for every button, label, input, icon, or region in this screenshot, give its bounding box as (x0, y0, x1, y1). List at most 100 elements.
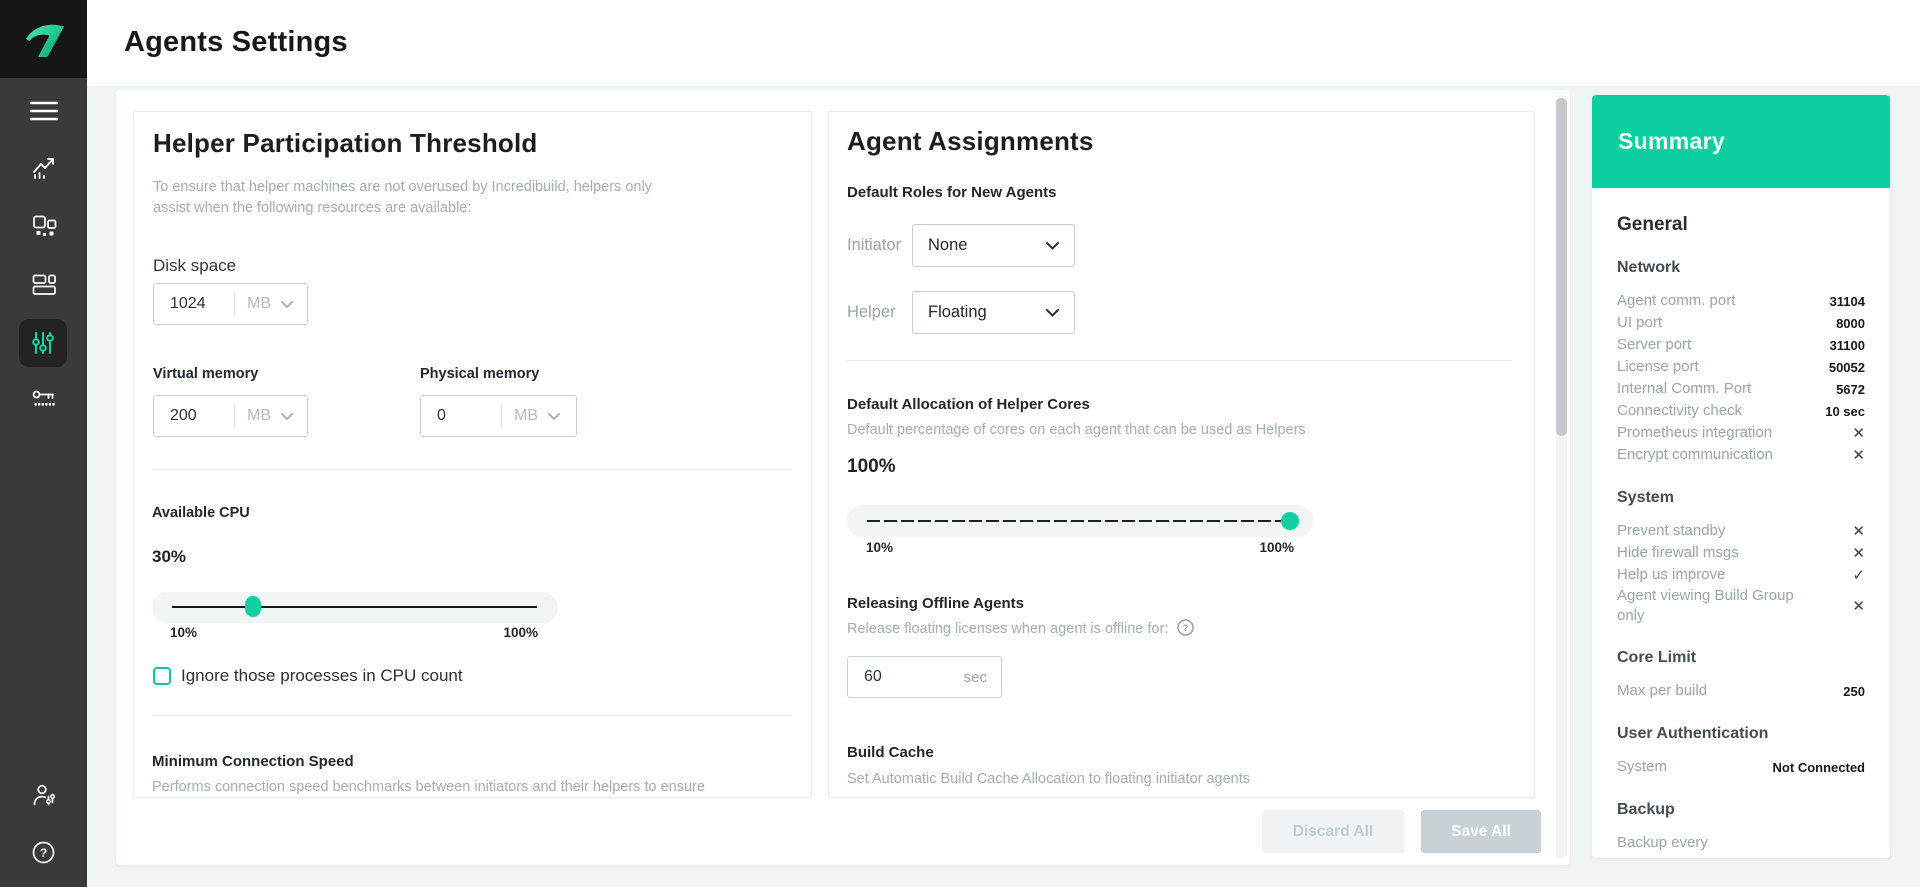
summary-row-value: ✕ (1852, 598, 1865, 615)
summary-row: System Not Connected (1617, 756, 1865, 778)
summary-row: Backup every (1617, 832, 1865, 854)
help-tooltip-icon[interactable]: ? (1177, 619, 1195, 636)
physical-memory-input[interactable] (421, 407, 501, 425)
sidebar-item-user-settings[interactable] (0, 783, 87, 807)
helper-cores-description: Default percentage of cores on each agen… (847, 422, 1306, 438)
summary-group-heading: User Authentication (1617, 725, 1769, 742)
dashboard-icon (32, 274, 56, 295)
agent-assignments-title: Agent Assignments (847, 126, 1094, 156)
summary-group: User Authentication System Not Connected (1617, 725, 1865, 778)
cpu-slider-thumb[interactable] (245, 596, 261, 617)
build-cache-description: Set Automatic Build Cache Allocation to … (847, 771, 1251, 787)
chevron-down-icon[interactable] (548, 412, 560, 420)
summary-group-heading: Core Limit (1617, 649, 1697, 666)
summary-row: License port 50052 (1617, 356, 1865, 378)
summary-row-value: 8000 (1836, 315, 1865, 331)
helper-participation-description: To ensure that helper machines are not o… (153, 179, 652, 216)
user-settings-icon (33, 784, 55, 806)
sidebar-item-menu[interactable] (0, 101, 87, 121)
helper-select-value: Floating (928, 303, 987, 321)
vertical-scrollbar-thumb[interactable] (1556, 98, 1567, 436)
summary-group-rows: Prevent standby ✕ Hide firewall msgs ✕ H… (1617, 520, 1865, 626)
summary-title: Summary (1618, 128, 1725, 154)
summary-row-label: Backup every (1617, 834, 1708, 851)
build-cache-title: Build Cache (847, 744, 934, 761)
disk-space-label: Disk space (153, 256, 237, 275)
initiator-label: Initiator (847, 236, 902, 254)
helper-label: Helper (847, 303, 896, 321)
sidebar-item-agent-settings[interactable] (19, 319, 67, 367)
releasing-offline-description-text: Release floating licenses when agent is … (847, 621, 1169, 637)
summary-row-label: Agent viewing Build Group only (1617, 587, 1794, 624)
sidebar-item-build-groups[interactable] (0, 214, 87, 239)
chevron-down-icon (1046, 308, 1059, 317)
cores-slider-track[interactable] (867, 520, 1293, 522)
summary-group: Backup Backup every (1617, 801, 1865, 854)
section-divider (152, 469, 792, 470)
min-connection-description: Performs connection speed benchmarks bet… (152, 779, 705, 795)
sidebar-item-help[interactable]: ? (0, 840, 87, 865)
agent-settings-sliders-icon (32, 332, 54, 354)
save-all-button[interactable]: Save All (1421, 810, 1541, 853)
summary-row: Encrypt communication ✕ (1617, 444, 1865, 466)
summary-row-value: ✓ (1852, 567, 1865, 584)
disk-space-input[interactable] (154, 295, 234, 313)
physical-memory-unit: MB (514, 407, 538, 424)
agents-settings-page: Agents Settings ? Helper Participation T… (0, 0, 1920, 887)
virtual-memory-label: Virtual memory (153, 366, 259, 382)
sidebar-item-analytics[interactable] (0, 156, 87, 180)
svg-text:?: ? (40, 846, 47, 860)
summary-group-heading: Network (1617, 259, 1681, 276)
page-title: Agents Settings (124, 26, 348, 58)
summary-row-value: ✕ (1852, 523, 1865, 540)
summary-row-value: 50052 (1828, 359, 1865, 375)
summary-group: System Prevent standby ✕ Hide firewall m… (1617, 489, 1865, 626)
summary-group-rows: Backup every (1617, 832, 1865, 854)
summary-row-value: 10 sec (1825, 403, 1865, 419)
summary-row-value: 31104 (1829, 293, 1865, 309)
summary-row: Help us improve ✓ (1617, 564, 1865, 586)
summary-row-label: Hide firewall msgs (1617, 544, 1739, 561)
disk-space-unit: MB (247, 295, 271, 312)
summary-row-value: 5672 (1836, 381, 1865, 397)
chevron-down-icon[interactable] (281, 412, 293, 420)
virtual-memory-input[interactable] (154, 407, 234, 425)
summary-group: Core Limit Max per build 250 (1617, 649, 1865, 702)
menu-icon (29, 101, 58, 121)
svg-text:?: ? (1183, 623, 1189, 634)
incredibuild-logo[interactable] (0, 0, 87, 78)
available-cpu-label: Available CPU (152, 505, 250, 521)
summary-general-heading: General (1617, 214, 1688, 235)
cores-slider-max: 100% (1259, 540, 1294, 555)
initiator-select[interactable]: None (912, 224, 1075, 267)
help-icon: ? (32, 841, 55, 864)
helper-select[interactable]: Floating (912, 291, 1075, 334)
chevron-down-icon (1046, 241, 1059, 250)
summary-row-label: License port (1617, 358, 1699, 375)
sidebar-item-license[interactable] (0, 388, 87, 409)
cores-slider-thumb[interactable] (1281, 512, 1299, 530)
summary-group: Network Agent comm. port 31104 UI port 8… (1617, 259, 1865, 466)
summary-row-label: Internal Comm. Port (1617, 380, 1752, 397)
cpu-slider-track[interactable] (172, 606, 537, 608)
summary-panel: Summary General Network Agent comm. port… (1592, 95, 1890, 858)
helper-cores-title: Default Allocation of Helper Cores (847, 396, 1090, 413)
sidebar-item-dashboard[interactable] (0, 273, 87, 296)
physical-memory-label: Physical memory (420, 366, 540, 382)
summary-group-heading: System (1617, 489, 1674, 506)
summary-row: Agent comm. port 31104 (1617, 290, 1865, 312)
section-divider (847, 360, 1512, 361)
license-key-icon (32, 390, 55, 406)
chevron-down-icon[interactable] (281, 300, 293, 308)
discard-all-button[interactable]: Discard All (1262, 810, 1404, 853)
min-connection-title: Minimum Connection Speed (152, 753, 354, 770)
summary-row: Server port 31100 (1617, 334, 1865, 356)
virtual-memory-field: MB (153, 395, 308, 437)
offline-timeout-input[interactable] (848, 668, 928, 686)
summary-row-value: 250 (1843, 683, 1865, 699)
ignore-cpu-checkbox[interactable] (153, 667, 171, 685)
available-cpu-value: 30% (152, 547, 187, 566)
helper-participation-title: Helper Participation Threshold (153, 128, 538, 158)
incredibuild-logo-icon (25, 24, 64, 57)
summary-row: Agent viewing Build Group only ✕ (1617, 586, 1865, 626)
